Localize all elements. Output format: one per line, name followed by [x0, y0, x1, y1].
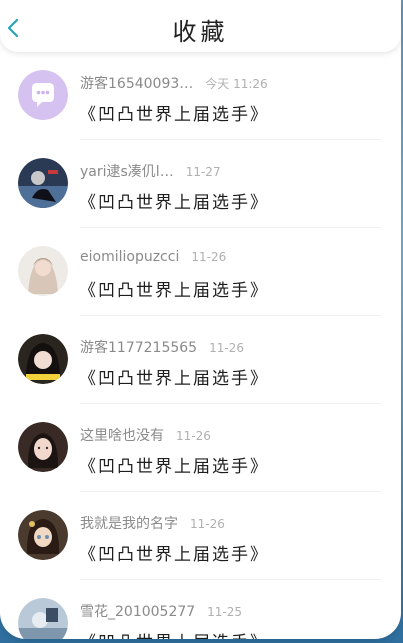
timestamp: 11-26 [191, 250, 227, 264]
user-avatar-icon [18, 598, 68, 639]
user-avatar-icon [18, 334, 68, 384]
item-content[interactable]: 《凹凸世界上届选手》 [79, 364, 269, 389]
item-content[interactable]: 《凹凸世界上届选手》 [79, 540, 269, 565]
list-item[interactable]: eiomiliopuzcci 11-26 《凹凸世界上届选手》 [0, 228, 401, 316]
user-avatar-icon [18, 246, 68, 296]
item-meta: 我就是我的名字 11-26 [80, 513, 225, 533]
list-item[interactable]: 这里啥也没有 11-26 《凹凸世界上届选手》 [0, 404, 401, 492]
user-name: 游客16540093… [80, 76, 194, 92]
item-content[interactable]: 《凹凸世界上届选手》 [79, 628, 269, 639]
user-avatar-icon [18, 510, 68, 560]
item-meta: eiomiliopuzcci 11-26 [80, 249, 226, 265]
user-name: yari逮s凑仉l… [80, 164, 174, 180]
timestamp: 11-27 [185, 165, 221, 179]
avatar[interactable] [18, 422, 68, 472]
item-content[interactable]: 《凹凸世界上届选手》 [79, 452, 269, 477]
item-content[interactable]: 《凹凸世界上届选手》 [79, 188, 269, 213]
item-meta: 游客1177215565 11-26 [80, 337, 244, 357]
avatar[interactable] [18, 158, 68, 208]
favorites-panel: 收藏 游客16540093… 今天 11:26 《凹凸世界上届选手》 yari逮… [0, 0, 401, 639]
item-meta: 雪花_201005277 11-25 [80, 601, 242, 621]
timestamp: 11-26 [176, 429, 211, 443]
avatar[interactable] [18, 510, 68, 560]
user-name: eiomiliopuzcci [80, 249, 180, 265]
user-avatar-icon [18, 422, 68, 472]
favorites-list: 游客16540093… 今天 11:26 《凹凸世界上届选手》 yari逮s凑仉l… [0, 52, 401, 639]
avatar[interactable] [18, 246, 68, 296]
avatar[interactable] [18, 334, 68, 384]
list-item[interactable]: 游客1177215565 11-26 《凹凸世界上届选手》 [0, 316, 401, 404]
user-name: 我就是我的名字 [80, 516, 178, 532]
timestamp: 11-26 [209, 341, 244, 355]
list-item[interactable]: 雪花_201005277 11-25 《凹凸世界上届选手》 [0, 580, 401, 639]
item-meta: yari逮s凑仉l… 11-27 [80, 161, 221, 181]
list-item[interactable]: 游客16540093… 今天 11:26 《凹凸世界上届选手》 [0, 52, 401, 140]
avatar[interactable] [18, 70, 68, 120]
user-name: 雪花_201005277 [80, 604, 196, 620]
user-avatar-icon [18, 158, 68, 208]
timestamp: 今天 11:26 [205, 77, 268, 91]
timestamp: 11-26 [190, 517, 225, 531]
list-item[interactable]: 我就是我的名字 11-26 《凹凸世界上届选手》 [0, 492, 401, 580]
user-name: 游客1177215565 [80, 340, 198, 356]
user-name: 这里啥也没有 [80, 428, 164, 444]
timestamp: 11-25 [207, 605, 243, 619]
avatar[interactable] [18, 598, 68, 639]
page-title: 收藏 [172, 18, 229, 46]
chat-bubble-avatar-icon [18, 70, 68, 120]
list-item[interactable]: yari逮s凑仉l… 11-27 《凹凸世界上届选手》 [0, 140, 401, 228]
item-meta: 游客16540093… 今天 11:26 [80, 73, 268, 93]
item-content[interactable]: 《凹凸世界上届选手》 [79, 276, 269, 301]
item-meta: 这里啥也没有 11-26 [80, 425, 211, 445]
item-content[interactable]: 《凹凸世界上届选手》 [79, 100, 269, 125]
header-bar: 收藏 [0, 0, 401, 52]
